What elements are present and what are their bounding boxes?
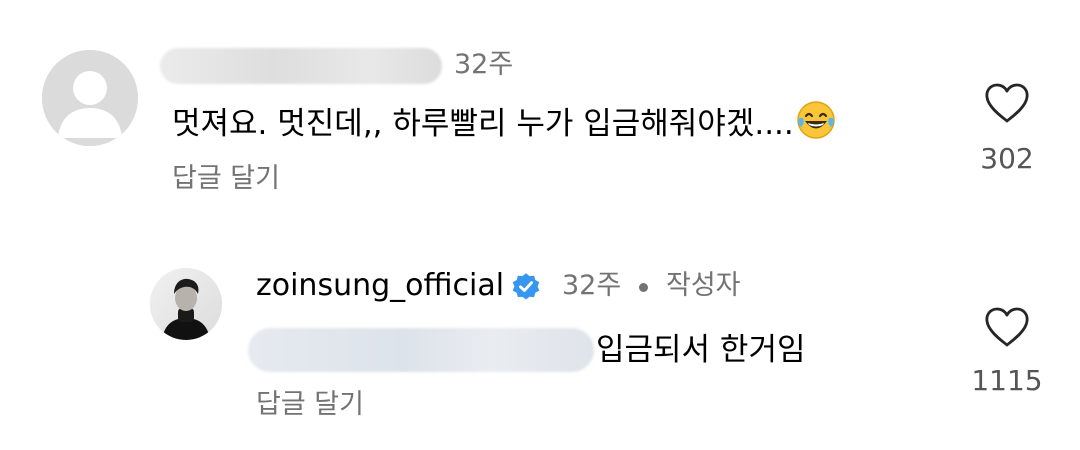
comment-text: 입금되서 한거임 xyxy=(596,332,806,368)
verified-badge-icon xyxy=(510,270,542,302)
blurred-mention[interactable] xyxy=(248,328,594,372)
separator-dot xyxy=(639,283,648,292)
reply-button[interactable]: 답글 달기 xyxy=(256,386,364,424)
laughing-tears-emoji-icon xyxy=(796,100,836,152)
blurred-username[interactable] xyxy=(160,48,442,84)
heart-icon[interactable] xyxy=(984,82,1030,124)
comment-text: 멋져요. 멋진데,, 하루빨리 누가 입금해줘야겠.... xyxy=(172,100,836,144)
comment-time: 32주 xyxy=(454,49,514,80)
comment-body: 멋져요. 멋진데,, 하루빨리 누가 입금해줘야겠.... xyxy=(172,106,794,142)
like-count: 302 xyxy=(980,142,1034,175)
author-label: 작성자 xyxy=(666,270,741,301)
default-avatar-icon[interactable] xyxy=(42,50,138,146)
person-silhouette-icon xyxy=(42,50,138,146)
heart-icon[interactable] xyxy=(984,306,1030,348)
user-avatar[interactable] xyxy=(150,268,222,340)
comment-thread: 32주 멋져요. 멋진데,, 하루빨리 누가 입금해줘야겠.... 답글 달기 … xyxy=(0,0,1080,450)
like-count: 1115 xyxy=(971,364,1043,397)
comment-time: 32주 xyxy=(562,270,622,301)
username-link[interactable]: zoinsung_official xyxy=(256,266,504,306)
reply-button[interactable]: 답글 달기 xyxy=(172,160,280,198)
user-photo-icon xyxy=(150,268,222,340)
